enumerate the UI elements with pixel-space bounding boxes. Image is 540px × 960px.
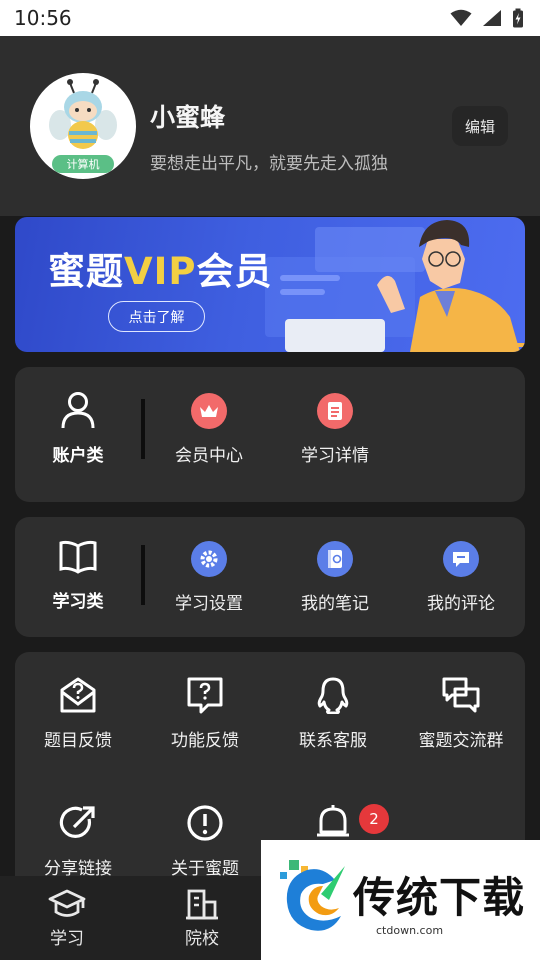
banner-title-vip: VIP bbox=[124, 250, 197, 293]
study-settings-label: 学习设置 bbox=[175, 594, 243, 614]
question-mail-icon bbox=[60, 677, 96, 713]
signal-icon bbox=[483, 10, 501, 26]
contact-service-label: 联系客服 bbox=[299, 731, 367, 751]
question-feedback-label: 题目反馈 bbox=[44, 731, 112, 751]
study-details-label: 学习详情 bbox=[301, 446, 369, 466]
avatar-caption: 计算机 bbox=[67, 157, 100, 171]
watermark: 传统下载 ctdown.com bbox=[261, 840, 540, 960]
my-notes-label: 我的笔记 bbox=[301, 594, 369, 614]
member-center-label: 会员中心 bbox=[175, 446, 243, 466]
user-name: 小蜜蜂 bbox=[150, 103, 226, 132]
chat-group-icon bbox=[442, 677, 480, 713]
user-motto: 要想走出平凡，就要先走入孤独 bbox=[150, 154, 388, 174]
status-time: 10:56 bbox=[14, 6, 72, 30]
watermark-logo-icon bbox=[280, 860, 345, 931]
learn-more-button[interactable]: 点击了解 bbox=[108, 301, 205, 332]
member-center-item[interactable]: 会员中心 bbox=[159, 393, 259, 466]
function-feedback-item[interactable]: 功能反馈 bbox=[155, 676, 255, 751]
notification-badge: 2 bbox=[359, 804, 389, 834]
about-item[interactable]: 关于蜜题 bbox=[155, 804, 255, 879]
bell-icon bbox=[317, 805, 349, 837]
share-link-item[interactable]: 分享链接 bbox=[28, 804, 128, 879]
building-icon bbox=[186, 889, 218, 920]
watermark-title: 传统下载 bbox=[353, 873, 526, 922]
nav-school-label: 院校 bbox=[185, 929, 219, 949]
avatar[interactable]: 计算机 bbox=[30, 73, 136, 179]
my-comments-label: 我的评论 bbox=[427, 594, 495, 614]
comment-icon bbox=[443, 541, 479, 577]
exchange-group-label: 蜜题交流群 bbox=[418, 731, 504, 751]
gear-icon bbox=[191, 541, 227, 577]
wifi-icon bbox=[450, 9, 472, 26]
bee-mascot-icon: 计算机 bbox=[49, 79, 117, 173]
function-feedback-label: 功能反馈 bbox=[171, 731, 239, 751]
watermark-url: ctdown.com bbox=[376, 924, 444, 937]
account-card: 账户类 会员中心 学习详情 bbox=[15, 367, 525, 502]
status-icons bbox=[450, 8, 524, 28]
notebook-icon bbox=[317, 541, 353, 577]
qq-icon bbox=[317, 677, 349, 714]
my-notes-item[interactable]: 我的笔记 bbox=[285, 541, 385, 614]
category-study: 学习类 bbox=[43, 539, 113, 612]
category-divider bbox=[141, 399, 145, 459]
study-card: 学习类 学习设置 我的笔记 我的评论 bbox=[15, 517, 525, 637]
contact-service-item[interactable]: 联系客服 bbox=[283, 676, 383, 751]
graduation-cap-icon bbox=[48, 889, 86, 917]
question-bubble-icon bbox=[187, 677, 223, 714]
info-icon bbox=[187, 805, 223, 841]
category-divider bbox=[141, 545, 145, 605]
book-icon bbox=[59, 540, 97, 574]
banner-title: 蜜题VIP会员 bbox=[48, 241, 273, 295]
my-comments-item[interactable]: 我的评论 bbox=[411, 541, 511, 614]
category-account-label: 账户类 bbox=[52, 446, 104, 466]
question-feedback-item[interactable]: 题目反馈 bbox=[28, 676, 128, 751]
exchange-group-item[interactable]: 蜜题交流群 bbox=[411, 676, 511, 751]
category-study-label: 学习类 bbox=[52, 592, 104, 612]
user-icon bbox=[61, 392, 95, 429]
document-icon bbox=[317, 393, 353, 429]
banner-title-part1: 蜜题 bbox=[48, 250, 124, 293]
edit-button[interactable]: 编辑 bbox=[452, 106, 508, 146]
crown-icon bbox=[191, 393, 227, 429]
study-settings-item[interactable]: 学习设置 bbox=[159, 541, 259, 614]
nav-study-label: 学习 bbox=[50, 929, 84, 949]
nav-school[interactable]: 院校 bbox=[177, 888, 227, 949]
profile-header: 计算机 小蜜蜂 要想走出平凡，就要先走入孤独 编辑 bbox=[0, 36, 540, 216]
status-bar: 10:56 bbox=[0, 0, 540, 36]
share-icon bbox=[59, 806, 95, 838]
banner-title-part2: 会员 bbox=[196, 250, 273, 293]
study-details-item[interactable]: 学习详情 bbox=[285, 393, 385, 466]
vip-banner[interactable]: 蜜题VIP会员 点击了解 bbox=[15, 217, 525, 352]
category-account: 账户类 bbox=[43, 391, 113, 466]
battery-icon bbox=[513, 8, 523, 28]
nav-study[interactable]: 学习 bbox=[42, 888, 92, 949]
